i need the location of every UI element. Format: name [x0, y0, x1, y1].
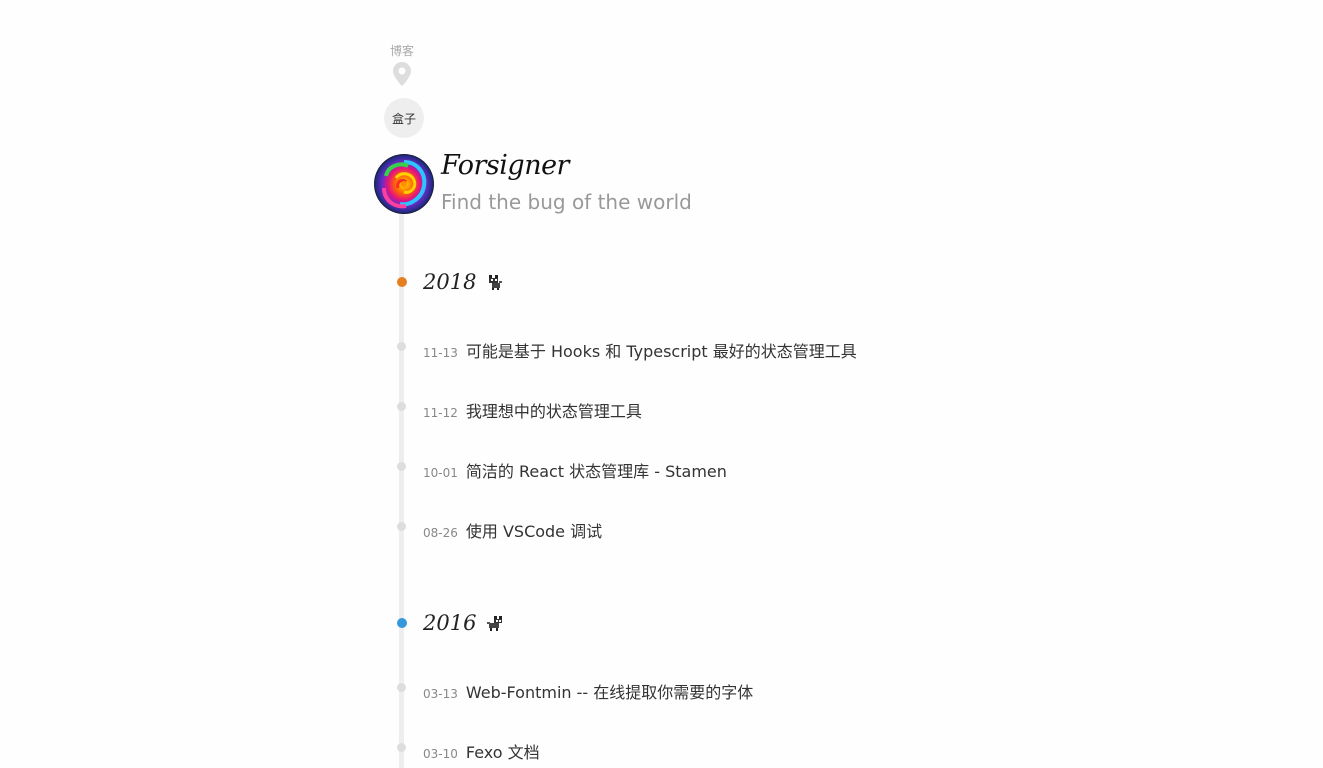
blog-nav-label[interactable]: 博客	[386, 42, 418, 59]
box-nav-label: 盒子	[391, 111, 416, 126]
post-date: 10-01	[423, 466, 458, 480]
post-date: 08-26	[423, 526, 458, 540]
pixel-cat-icon	[489, 275, 503, 290]
year-heading-2016[interactable]: 2016	[423, 611, 504, 635]
location-pin-icon	[393, 62, 411, 86]
post-date: 03-10	[423, 747, 458, 761]
year-dot-2016	[397, 618, 407, 628]
post-item[interactable]: 03-10 Fexo 文档	[423, 739, 540, 763]
post-item[interactable]: 10-01 简洁的 React 状态管理库 - Stamen	[423, 458, 727, 482]
post-dot	[397, 522, 406, 531]
post-title-link[interactable]: 简洁的 React 状态管理库 - Stamen	[466, 458, 727, 482]
box-nav-button[interactable]: 盒子	[384, 98, 424, 138]
post-item[interactable]: 11-12 我理想中的状态管理工具	[423, 398, 642, 422]
post-title-link[interactable]: Fexo 文档	[466, 739, 540, 763]
post-title-link[interactable]: 我理想中的状态管理工具	[466, 398, 642, 422]
pixel-cat-icon	[487, 616, 503, 631]
post-dot	[397, 462, 406, 471]
year-heading-2018[interactable]: 2018	[423, 270, 504, 294]
post-dot	[397, 743, 406, 752]
post-date: 03-13	[423, 687, 458, 701]
post-title-link[interactable]: 可能是基于 Hooks 和 Typescript 最好的状态管理工具	[466, 338, 857, 362]
post-dot	[397, 342, 406, 351]
year-dot-2018	[397, 277, 407, 287]
post-date: 11-13	[423, 346, 458, 360]
site-title[interactable]: Forsigner	[441, 150, 569, 181]
post-item[interactable]: 03-13 Web-Fontmin -- 在线提取你需要的字体	[423, 679, 753, 703]
year-label: 2018	[423, 270, 477, 294]
post-dot	[397, 402, 406, 411]
avatar[interactable]	[374, 154, 434, 214]
post-item[interactable]: 11-13 可能是基于 Hooks 和 Typescript 最好的状态管理工具	[423, 338, 857, 362]
post-date: 11-12	[423, 406, 458, 420]
post-item[interactable]: 08-26 使用 VSCode 调试	[423, 518, 602, 542]
site-subtitle: Find the bug of the world	[441, 190, 692, 214]
post-dot	[397, 683, 406, 692]
rainbow-rose-icon	[374, 154, 434, 214]
post-title-link[interactable]: 使用 VSCode 调试	[466, 518, 602, 542]
post-title-link[interactable]: Web-Fontmin -- 在线提取你需要的字体	[466, 679, 753, 703]
year-label: 2016	[423, 611, 477, 635]
